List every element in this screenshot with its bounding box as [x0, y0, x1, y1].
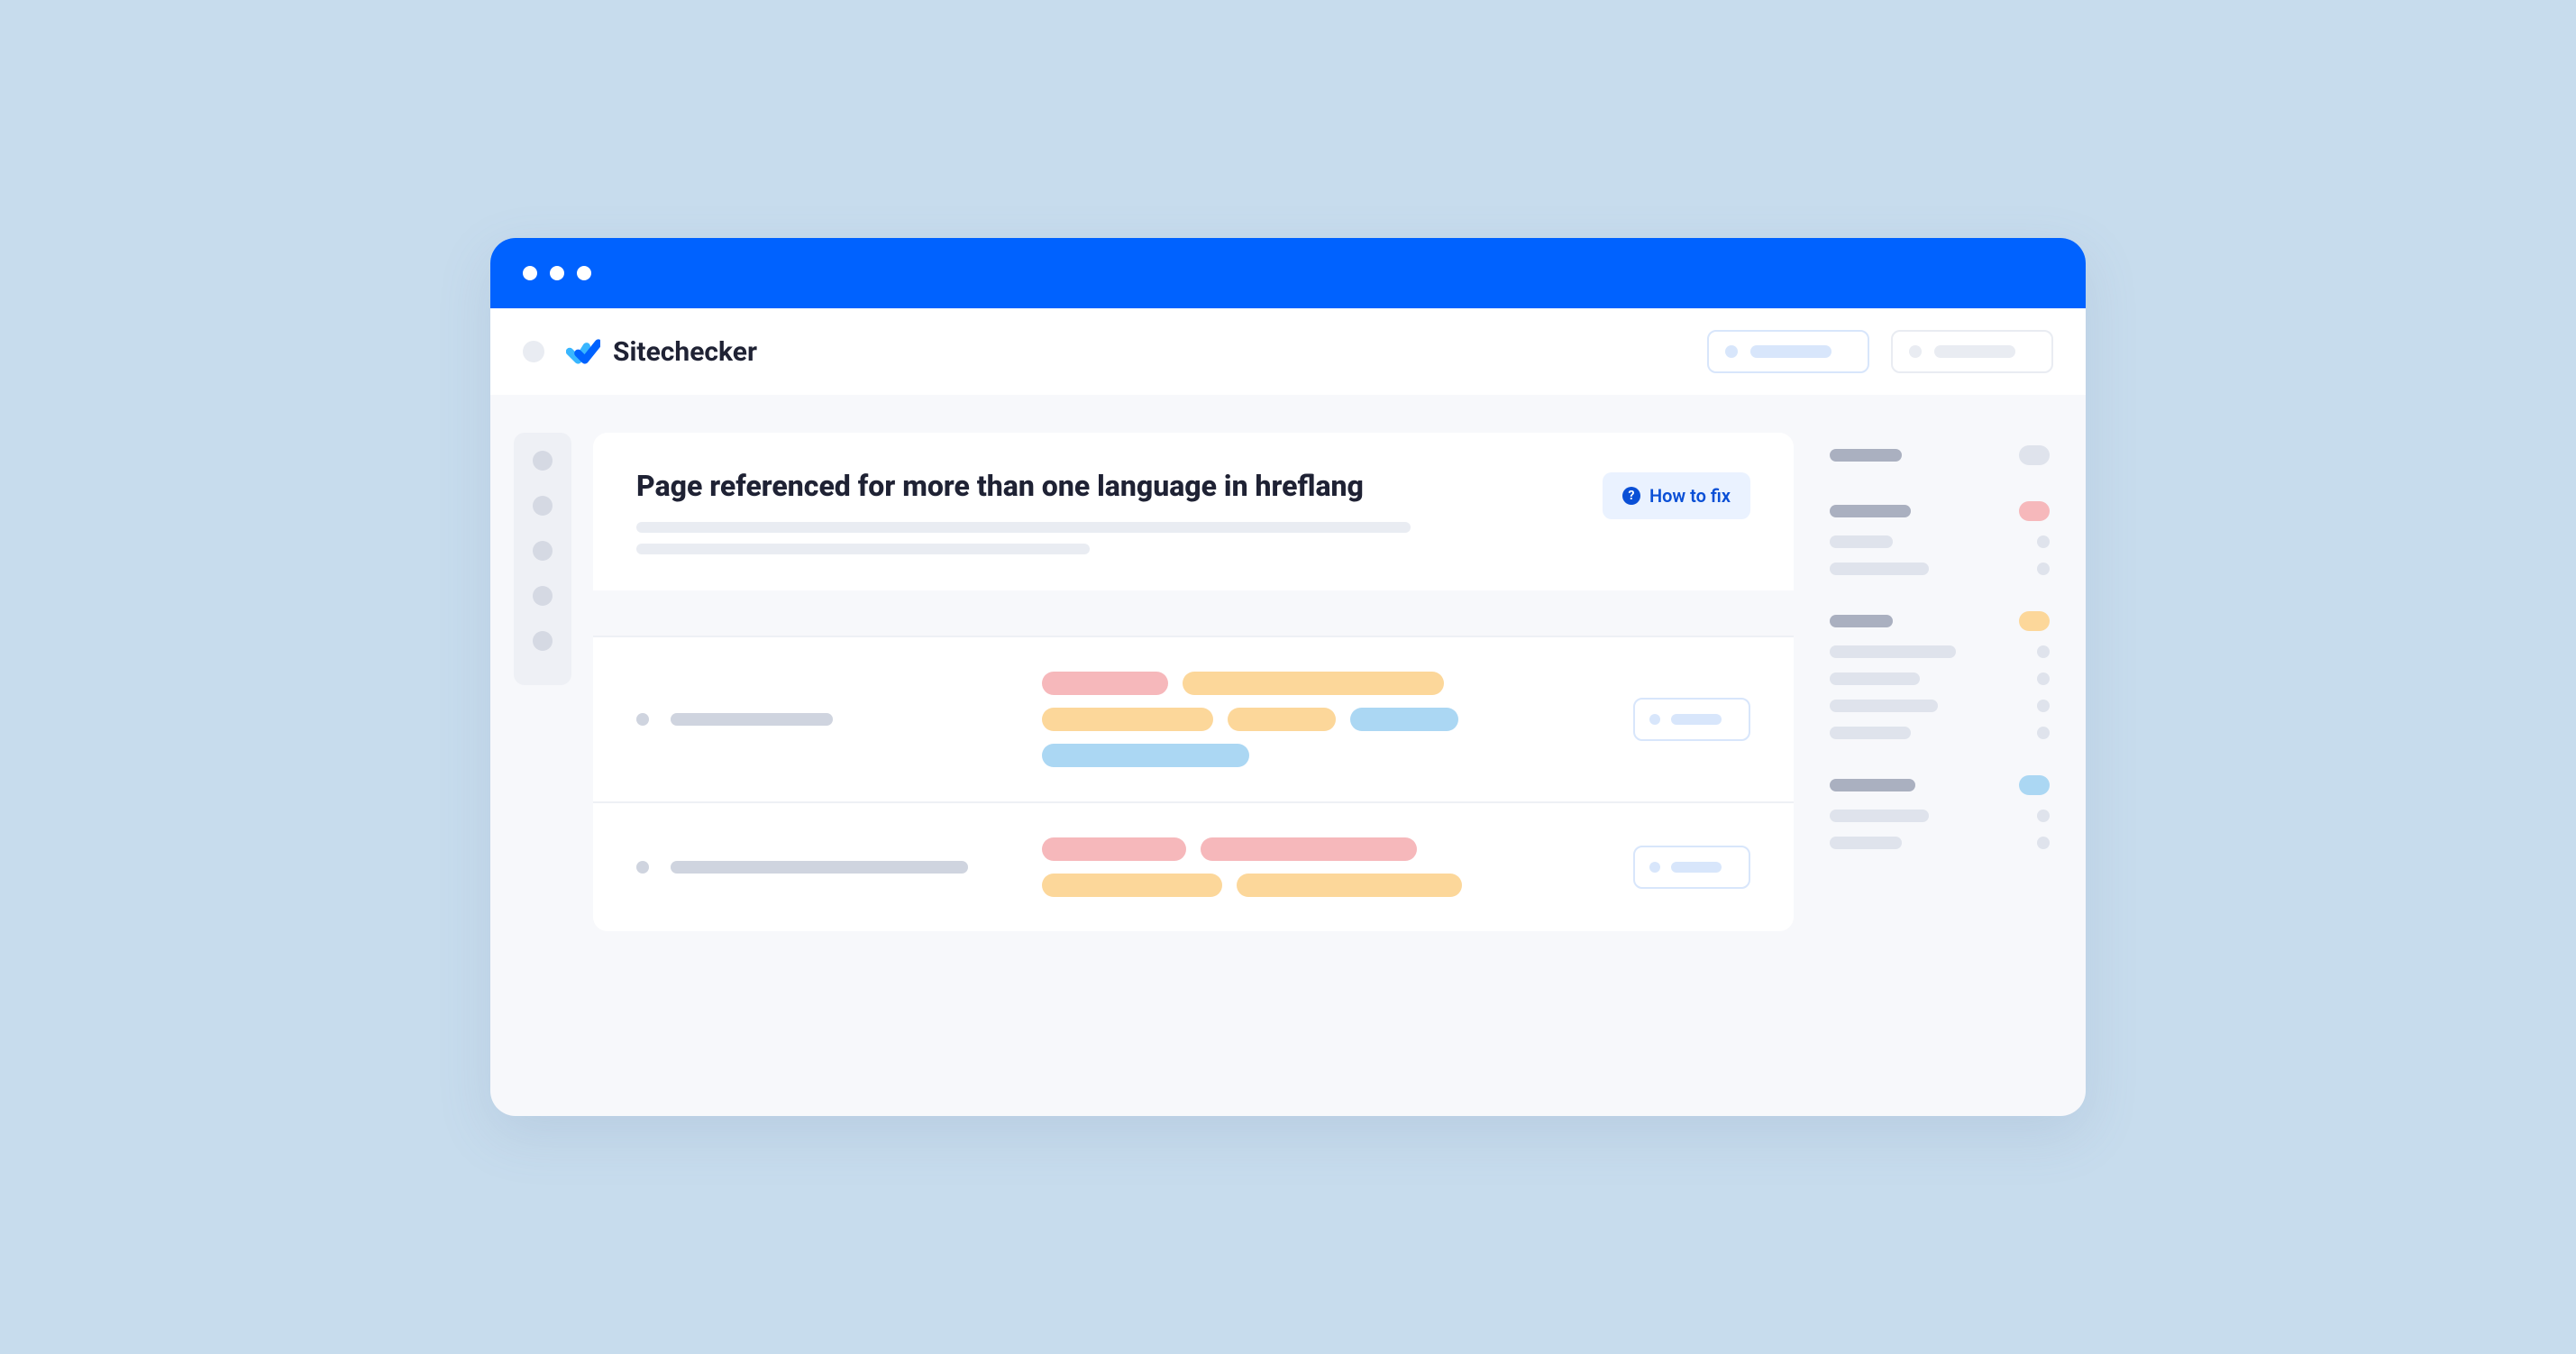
item-dot	[2037, 535, 2050, 548]
left-sidebar	[514, 433, 571, 685]
header-button-primary[interactable]	[1707, 330, 1869, 373]
app-logo[interactable]: Sitechecker	[566, 336, 757, 368]
placeholder-text	[1934, 345, 2015, 358]
item-dot	[2037, 672, 2050, 685]
how-to-fix-button[interactable]: ? How to fix	[1603, 472, 1750, 519]
summary-group	[1830, 501, 2050, 575]
sidebar-nav-item[interactable]	[533, 541, 553, 561]
group-header	[1830, 779, 1915, 791]
issue-row	[593, 636, 1794, 801]
placeholder-icon	[1649, 714, 1660, 725]
sidebar-nav-item[interactable]	[533, 451, 553, 471]
group-header	[1830, 615, 1893, 627]
count-badge	[2019, 611, 2050, 631]
window-control-dot[interactable]	[523, 266, 537, 280]
item-dot	[2037, 727, 2050, 739]
card-gap	[593, 590, 1794, 636]
summary-group	[1830, 445, 2050, 465]
group-item[interactable]	[1830, 810, 1929, 822]
item-dot	[2037, 563, 2050, 575]
placeholder-line	[636, 522, 1411, 533]
checkmark-icon	[566, 338, 600, 365]
row-action-button[interactable]	[1633, 846, 1750, 889]
item-dot	[2037, 645, 2050, 658]
app-body: Page referenced for more than one langua…	[490, 395, 2086, 1116]
count-badge	[2019, 445, 2050, 465]
menu-toggle-icon[interactable]	[523, 341, 544, 362]
card-header: Page referenced for more than one langua…	[593, 433, 1794, 590]
summary-group	[1830, 611, 2050, 739]
tag-pill	[1350, 708, 1458, 731]
window-titlebar	[490, 238, 2086, 308]
row-status-icon	[636, 713, 649, 726]
group-header	[1830, 449, 1902, 462]
how-to-fix-label: How to fix	[1649, 485, 1731, 507]
header-button-secondary[interactable]	[1891, 330, 2053, 373]
item-dot	[2037, 837, 2050, 849]
row-tags	[1042, 672, 1606, 767]
main-content: Page referenced for more than one langua…	[571, 418, 1815, 1116]
group-item[interactable]	[1830, 563, 1929, 575]
placeholder-line	[636, 544, 1090, 554]
tag-pill	[1042, 708, 1213, 731]
group-item[interactable]	[1830, 535, 1893, 548]
item-dot	[2037, 700, 2050, 712]
row-tags	[1042, 837, 1606, 897]
summary-group	[1830, 775, 2050, 849]
right-sidebar	[1815, 418, 2086, 1116]
count-badge	[2019, 501, 2050, 521]
placeholder-icon	[1649, 862, 1660, 873]
app-window: Sitechecker Page referenced for more tha…	[490, 238, 2086, 1116]
sidebar-nav-item[interactable]	[533, 586, 553, 606]
tag-pill	[1042, 672, 1168, 695]
group-item[interactable]	[1830, 645, 1956, 658]
question-icon: ?	[1622, 487, 1640, 505]
tag-pill	[1201, 837, 1417, 861]
placeholder-icon	[1909, 345, 1922, 358]
window-control-dot[interactable]	[550, 266, 564, 280]
group-item[interactable]	[1830, 837, 1902, 849]
placeholder-text	[1750, 345, 1832, 358]
issue-title: Page referenced for more than one langua…	[636, 467, 1581, 506]
tag-pill	[1237, 874, 1462, 897]
app-header: Sitechecker	[490, 308, 2086, 395]
item-dot	[2037, 810, 2050, 822]
tag-pill	[1228, 708, 1336, 731]
row-url-placeholder	[671, 713, 833, 726]
placeholder-icon	[1725, 345, 1738, 358]
row-status-icon	[636, 861, 649, 874]
group-header	[1830, 505, 1911, 517]
app-name: Sitechecker	[613, 336, 757, 368]
row-url-placeholder	[671, 861, 968, 874]
sidebar-nav-item[interactable]	[533, 631, 553, 651]
window-control-dot[interactable]	[577, 266, 591, 280]
issue-card: Page referenced for more than one langua…	[593, 433, 1794, 931]
tag-pill	[1183, 672, 1444, 695]
placeholder-text	[1671, 862, 1722, 873]
group-item[interactable]	[1830, 727, 1911, 739]
group-item[interactable]	[1830, 672, 1920, 685]
issue-row	[593, 801, 1794, 931]
tag-pill	[1042, 837, 1186, 861]
tag-pill	[1042, 874, 1222, 897]
sidebar-nav-item[interactable]	[533, 496, 553, 516]
tag-pill	[1042, 744, 1249, 767]
placeholder-text	[1671, 714, 1722, 725]
row-action-button[interactable]	[1633, 698, 1750, 741]
group-item[interactable]	[1830, 700, 1938, 712]
count-badge	[2019, 775, 2050, 795]
